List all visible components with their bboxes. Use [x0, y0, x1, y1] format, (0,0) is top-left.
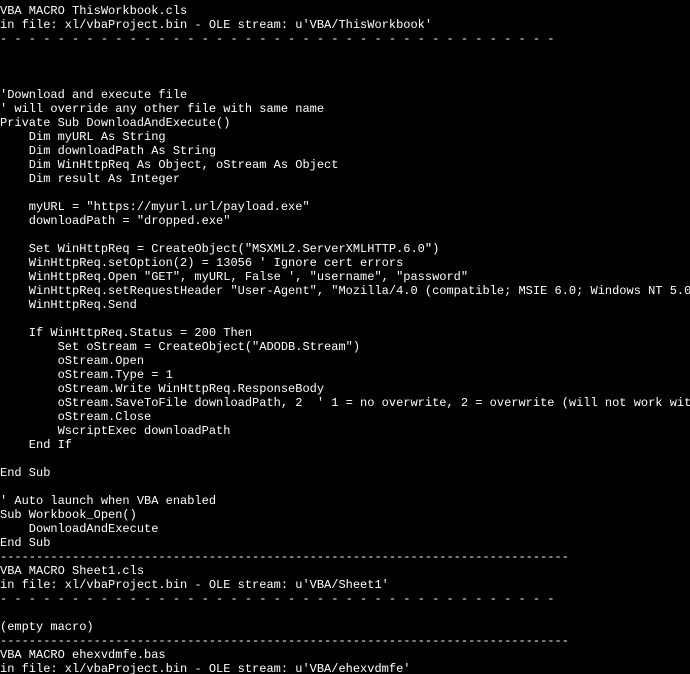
- terminal-output: VBA MACRO ThisWorkbook.cls in file: xl/v…: [0, 0, 690, 674]
